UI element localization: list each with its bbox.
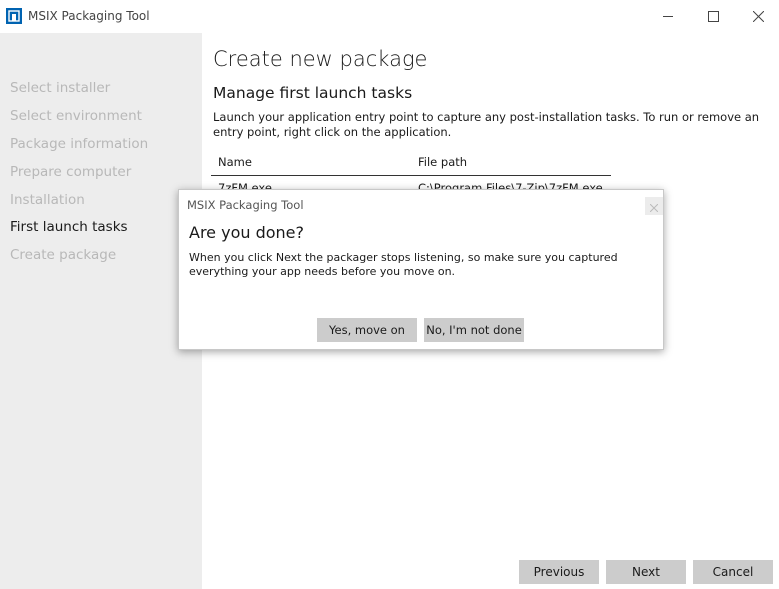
sidebar-item-select-environment: Select environment xyxy=(10,108,142,124)
sidebar-item-create-package: Create package xyxy=(10,247,117,263)
app-window: MSIX Packaging Tool Select installer Sel… xyxy=(0,0,779,589)
previous-button[interactable]: Previous xyxy=(519,560,599,584)
dialog-heading: Are you done? xyxy=(189,223,305,242)
close-icon xyxy=(752,7,764,26)
sidebar-item-installation: Installation xyxy=(10,192,85,208)
dialog-message: When you click Next the packager stops l… xyxy=(189,251,618,278)
dialog-title: MSIX Packaging Tool xyxy=(187,198,304,212)
section-title: Manage first launch tasks xyxy=(213,84,413,102)
minimize-icon xyxy=(662,7,674,26)
title-bar: MSIX Packaging Tool xyxy=(0,0,779,33)
cancel-button[interactable]: Cancel xyxy=(693,560,773,584)
close-window-button[interactable] xyxy=(735,0,779,32)
sidebar-item-first-launch-tasks: First launch tasks xyxy=(10,219,128,235)
sidebar-item-prepare-computer: Prepare computer xyxy=(10,164,132,180)
sidebar-item-package-information: Package information xyxy=(10,136,149,152)
instructions-text: Launch your application entry point to c… xyxy=(213,110,760,139)
maximize-button[interactable] xyxy=(690,0,736,32)
not-done-button[interactable]: No, I'm not done xyxy=(424,318,524,342)
page-title: Create new package xyxy=(213,47,428,71)
next-button[interactable]: Next xyxy=(606,560,686,584)
dialog-close-button[interactable] xyxy=(645,197,663,215)
column-header-name[interactable]: Name xyxy=(218,155,252,169)
window-title: MSIX Packaging Tool xyxy=(28,9,150,23)
wizard-sidebar: Select installer Select environment Pack… xyxy=(0,33,202,589)
confirmation-dialog: MSIX Packaging Tool Are you done? When y… xyxy=(178,189,664,350)
yes-move-on-button[interactable]: Yes, move on xyxy=(317,318,417,342)
maximize-icon xyxy=(707,7,719,26)
msix-app-icon xyxy=(6,8,22,24)
entry-points-table-header: Name File path xyxy=(211,153,611,176)
close-icon xyxy=(649,197,659,216)
minimize-button[interactable] xyxy=(645,0,691,32)
column-header-file-path[interactable]: File path xyxy=(418,155,467,169)
sidebar-item-select-installer: Select installer xyxy=(10,80,111,96)
